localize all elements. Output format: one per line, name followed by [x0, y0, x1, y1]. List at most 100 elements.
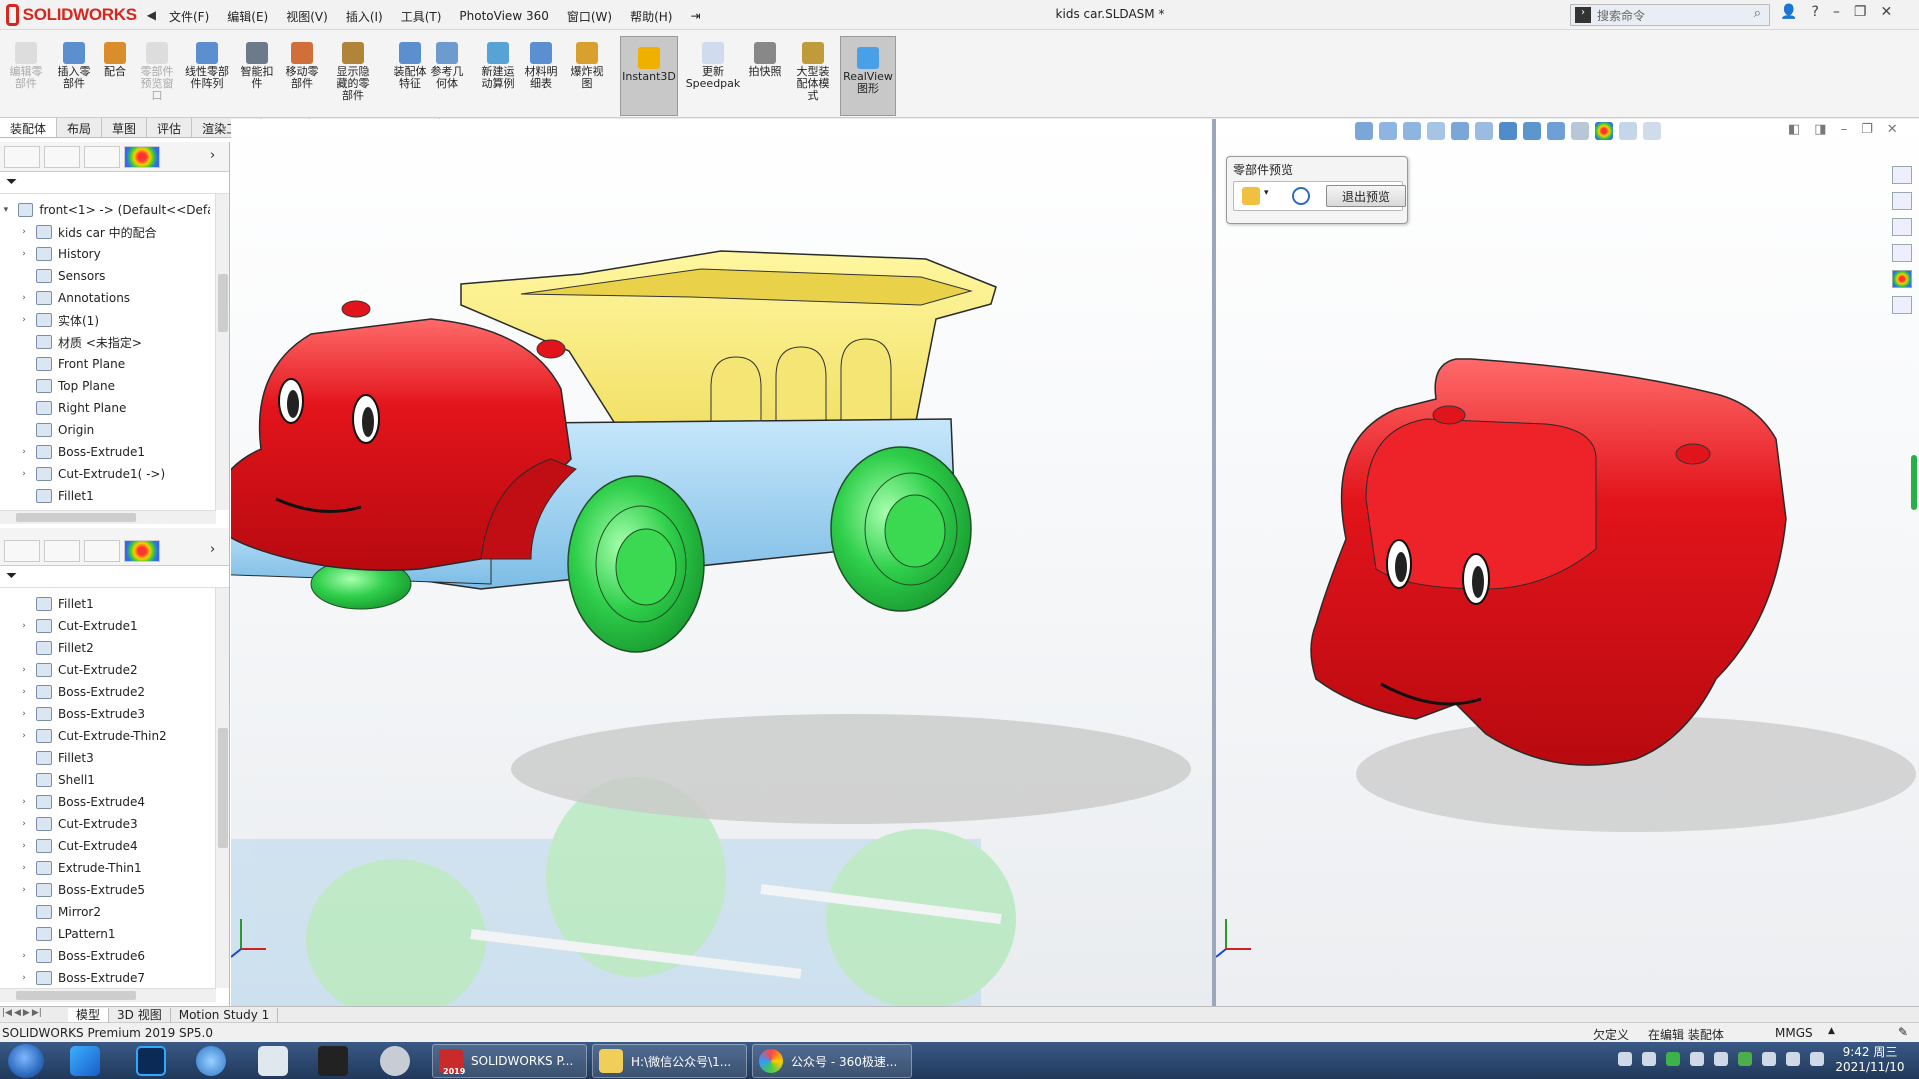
hscroll-thumb[interactable] — [16, 991, 136, 1000]
expand-toggle-icon[interactable]: › — [18, 885, 30, 895]
solidworks-logo[interactable]: SOLIDWORKS ◀ — [6, 2, 156, 28]
command-tab-3[interactable]: 评估 — [147, 118, 193, 137]
exit-preview-button[interactable]: 退出预览 — [1326, 185, 1406, 207]
view-orientation-icon[interactable] — [1355, 122, 1373, 140]
menu-pin-arrow-icon[interactable]: ◀ — [147, 8, 156, 22]
tab-3d-view[interactable]: 3D 视图 — [109, 1007, 171, 1022]
expand-toggle-icon[interactable]: › — [18, 819, 30, 829]
feature-tree-tab-icon[interactable] — [4, 540, 40, 562]
tree-item[interactable]: › Boss-Extrude1 — [0, 442, 210, 462]
cmd-smart-fastener-button[interactable]: 智能扣 件 — [238, 32, 276, 90]
expand-toggle-icon[interactable]: › — [18, 797, 30, 807]
tree-item[interactable]: › Cut-Extrude4 — [0, 836, 210, 856]
expand-toggle-icon[interactable]: › — [18, 665, 30, 675]
kids-car-assembly-model[interactable] — [200, 119, 1212, 1019]
tree-item[interactable]: Front Plane — [0, 354, 210, 374]
task-pane-handle[interactable] — [1911, 455, 1917, 510]
tree-item[interactable]: Fillet1 — [0, 486, 210, 506]
tab-motion-study[interactable]: Motion Study 1 — [171, 1007, 279, 1022]
menu-insert[interactable]: 插入(I) — [337, 8, 392, 25]
tab-scroll-arrows[interactable]: |◀ ◀ ▶ ▶| — [0, 1008, 68, 1022]
tree-item[interactable]: › Cut-Extrude2 — [0, 660, 210, 680]
cab-preview-model[interactable] — [1215, 119, 1919, 1006]
tree-item[interactable]: › Cut-Extrude-Thin2 — [0, 726, 210, 746]
menu-edit[interactable]: 编辑(E) — [218, 8, 277, 25]
close-button[interactable]: ✕ — [1880, 4, 1892, 20]
search-icon[interactable]: ⌕ — [1754, 6, 1761, 21]
view-settings-icon[interactable] — [1499, 122, 1517, 140]
viewport-restore-button[interactable]: ❐ — [1861, 122, 1873, 137]
tree-item[interactable]: Mirror2 — [0, 902, 210, 922]
custom-properties-icon[interactable] — [1892, 296, 1912, 314]
menu-view[interactable]: 视图(V) — [277, 8, 337, 25]
design-library-icon[interactable] — [1892, 192, 1912, 210]
help-icon[interactable]: ? — [1811, 4, 1818, 20]
expand-toggle-icon[interactable]: › — [18, 731, 30, 741]
filter-icon[interactable]: ⏷ — [6, 568, 17, 584]
cmd-realview-button[interactable]: RealView 图形 — [840, 36, 896, 116]
zoom-to-fit-icon[interactable] — [1379, 122, 1397, 140]
taskbar-browser[interactable]: 公众号 - 360极速... — [752, 1044, 912, 1078]
tree-item[interactable]: Fillet1 — [0, 594, 210, 614]
menu-tools[interactable]: 工具(T) — [392, 8, 451, 25]
unit-system-selector[interactable]: MMGS — [1775, 1026, 1813, 1040]
edit-appearance-icon[interactable] — [1571, 122, 1589, 140]
user-icon[interactable]: 👤 — [1780, 4, 1797, 20]
expand-toggle-icon[interactable]: › — [18, 973, 30, 983]
tree-item[interactable]: › History — [0, 244, 210, 264]
render-tools-icon[interactable] — [1619, 122, 1637, 140]
cmd-bom-button[interactable]: 材料明 细表 — [520, 32, 562, 90]
ok-app-icon[interactable] — [318, 1046, 348, 1076]
status-help-icon[interactable]: ✎ — [1898, 1025, 1908, 1039]
tree-item[interactable]: Top Plane — [0, 376, 210, 396]
expand-toggle-icon[interactable]: › — [18, 315, 30, 325]
tree-item[interactable]: LPattern1 — [0, 924, 210, 944]
taskbar-folder[interactable]: H:\微信公众号\1... — [592, 1044, 747, 1078]
expand-toggle-icon[interactable]: › — [18, 841, 30, 851]
cmd-show-hidden-button[interactable]: 显示隐 藏的零 部件 — [330, 32, 376, 102]
hide-show-items-icon[interactable] — [1547, 122, 1565, 140]
tree-bottom-vertical-scrollbar[interactable] — [215, 588, 229, 988]
menu-help[interactable]: 帮助(H) — [621, 8, 681, 25]
tray-arrow-icon[interactable] — [1618, 1052, 1632, 1066]
tree-item[interactable]: › 实体(1) — [0, 310, 210, 330]
file-explorer-icon[interactable] — [1892, 218, 1912, 236]
chevron-right-icon[interactable]: › — [210, 148, 215, 163]
menu-photoview[interactable]: PhotoView 360 — [450, 9, 557, 23]
tree-item[interactable]: › kids car 中的配合 — [0, 222, 210, 242]
previous-view-icon[interactable] — [1427, 122, 1445, 140]
tree-item[interactable]: › Boss-Extrude7 — [0, 968, 210, 988]
viewport-minimize-button[interactable]: – — [1841, 122, 1848, 137]
tree-item[interactable]: 材质 <未指定> — [0, 332, 210, 352]
expand-toggle-icon[interactable]: › — [18, 469, 30, 479]
tree-item[interactable]: › Cut-Extrude1( ->) — [0, 464, 210, 484]
tree-bottom-horizontal-scrollbar[interactable] — [0, 988, 216, 1002]
tab-model[interactable]: 模型 — [68, 1007, 110, 1022]
hscroll-thumb[interactable] — [16, 513, 136, 522]
expand-toggle-icon[interactable]: › — [18, 249, 30, 259]
dropdown-arrow-icon[interactable]: ▾ — [1264, 188, 1269, 198]
cmd-mate-button[interactable]: 配合 — [97, 32, 133, 78]
tray-input-icon[interactable] — [1762, 1052, 1776, 1066]
dynamic-annotation-icon[interactable] — [1475, 122, 1493, 140]
tray-volume-icon[interactable] — [1786, 1052, 1800, 1066]
apply-scene-icon[interactable] — [1595, 122, 1613, 140]
wheel-front-left[interactable] — [567, 475, 705, 653]
refresh-icon[interactable] — [1292, 187, 1310, 205]
cmd-exploded-view-button[interactable]: 爆炸视 图 — [566, 32, 608, 90]
pane-splitter[interactable] — [0, 528, 230, 536]
cmd-speedpak-button[interactable]: 更新 Speedpak — [685, 32, 741, 90]
tree-item[interactable]: ▾ front<1> -> (Default<<Defa — [0, 200, 210, 220]
tree-item[interactable]: Right Plane — [0, 398, 210, 418]
tray-wechat-icon[interactable] — [1666, 1052, 1680, 1066]
units-arrow-icon[interactable]: ▲ — [1828, 1026, 1835, 1036]
tray-shield-icon[interactable] — [1738, 1052, 1752, 1066]
expand-toggle-icon[interactable]: › — [18, 227, 30, 237]
solidworks-resources-icon[interactable] — [1892, 166, 1912, 184]
tree-top-horizontal-scrollbar[interactable] — [0, 510, 216, 524]
tree-item[interactable]: Fillet3 — [0, 748, 210, 768]
configuration-manager-tab-icon[interactable] — [84, 540, 120, 562]
command-tab-0[interactable]: 装配体 — [0, 118, 58, 137]
command-tab-1[interactable]: 布局 — [57, 118, 103, 137]
cmd-component-preview-button[interactable]: 零部件 预览窗 口 — [137, 32, 177, 102]
